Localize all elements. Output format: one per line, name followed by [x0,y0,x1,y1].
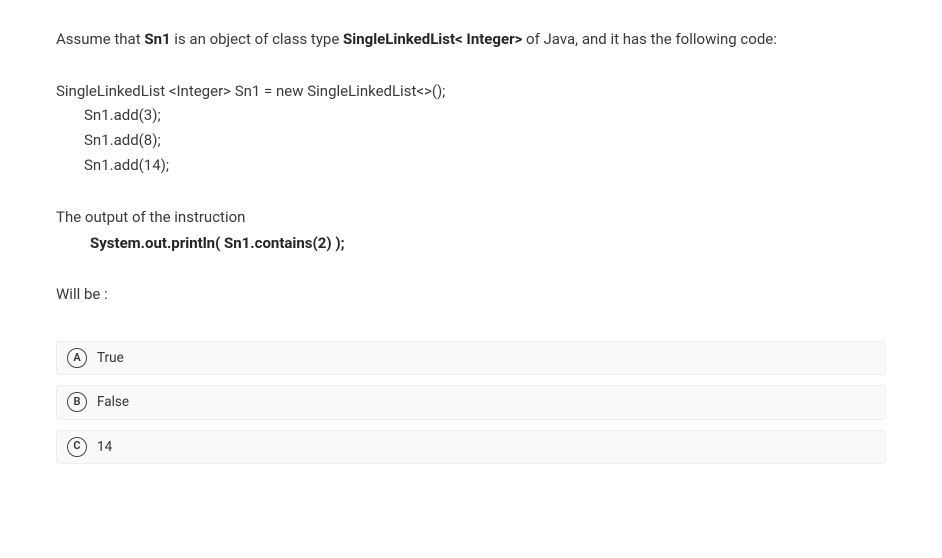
code-block: SingleLinkedList <Integer> Sn1 = new Sin… [56,79,886,178]
intro-bold-sn1: Sn1 [144,30,170,48]
intro-part-1: Assume that [56,30,144,48]
output-section: The output of the instruction System.out… [56,206,886,255]
intro-part-3: of Java, and it has the following code: [522,30,777,48]
options-list: A True B False C 14 [56,341,886,464]
code-line-2: Sn1.add(3); [56,103,886,128]
output-label: The output of the instruction [56,206,886,229]
intro-text: Assume that Sn1 is an object of class ty… [56,28,886,51]
option-a[interactable]: A True [56,341,886,375]
code-line-3: Sn1.add(8); [56,128,886,153]
option-label-b: False [97,392,129,412]
option-letter-a: A [67,348,87,368]
code-line-1: SingleLinkedList <Integer> Sn1 = new Sin… [56,79,886,104]
intro-bold-type: SingleLinkedList< Integer> [343,30,522,48]
intro-part-2: is an object of class type [171,30,343,48]
option-letter-b: B [67,392,87,412]
option-b[interactable]: B False [56,385,886,419]
option-label-c: 14 [97,437,112,457]
willbe-text: Will be : [56,283,886,306]
code-line-4: Sn1.add(14); [56,153,886,178]
print-statement: System.out.println( Sn1.contains(2) ); [56,232,886,255]
question-block: Assume that Sn1 is an object of class ty… [56,28,886,464]
option-letter-c: C [67,437,87,457]
option-c[interactable]: C 14 [56,430,886,464]
option-label-a: True [97,348,124,368]
